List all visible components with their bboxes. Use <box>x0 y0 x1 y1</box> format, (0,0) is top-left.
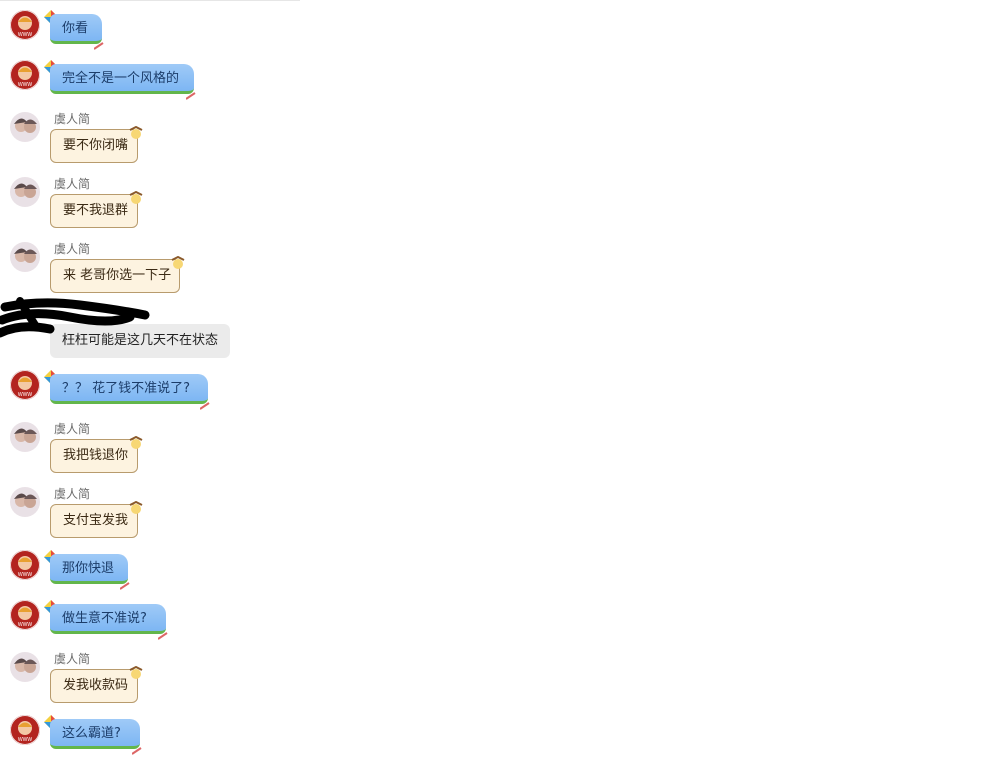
pencil-icon <box>158 632 168 640</box>
svg-text:WWW: WWW <box>18 737 32 743</box>
pencil-icon <box>186 92 196 100</box>
message-bubble[interactable]: 完全不是一个风格的 <box>50 64 194 94</box>
sender-name: 虞人简 <box>54 487 91 501</box>
avatar-icon[interactable] <box>10 177 40 207</box>
pencil-icon <box>120 582 130 590</box>
sender-name: 虞人简 <box>54 242 91 256</box>
message-bubble[interactable]: 做生意不准说? <box>50 604 166 634</box>
message-bubble[interactable]: 我把钱退你 <box>50 439 138 473</box>
avatar-icon[interactable] <box>10 112 40 142</box>
redaction-scribble <box>0 297 150 338</box>
ribbon-icon <box>129 126 143 139</box>
svg-text:WWW: WWW <box>18 392 32 398</box>
avatar-icon[interactable]: WWW <box>10 715 40 745</box>
message-bubble[interactable]: 这么霸道? <box>50 719 140 749</box>
pencil-icon <box>200 402 210 410</box>
avatar-icon[interactable]: WWW <box>10 550 40 580</box>
avatar-icon[interactable] <box>10 487 40 517</box>
avatar-icon[interactable]: WWW <box>10 10 40 40</box>
svg-text:WWW: WWW <box>18 32 32 38</box>
sender-name: 虞人简 <box>54 422 91 436</box>
svg-text:WWW: WWW <box>18 622 32 628</box>
ribbon-icon <box>129 436 143 449</box>
ribbon-icon <box>171 256 185 269</box>
ribbon-icon <box>129 501 143 514</box>
svg-text:WWW: WWW <box>18 82 32 88</box>
ribbon-icon <box>129 191 143 204</box>
message-bubble[interactable]: 那你快退 <box>50 554 128 584</box>
sender-name: 虞人简 <box>54 112 91 126</box>
message-bubble[interactable]: ？？ 花了钱不准说了? <box>50 374 208 404</box>
message-bubble[interactable]: 你看 <box>50 14 102 44</box>
message-bubble[interactable]: 发我收款码 <box>50 669 138 703</box>
sender-name: 虞人简 <box>54 652 91 666</box>
pencil-icon <box>132 747 142 755</box>
avatar-icon[interactable] <box>10 422 40 452</box>
top-divider <box>0 0 300 1</box>
message-bubble[interactable]: 要不你闭嘴 <box>50 129 138 163</box>
ribbon-icon <box>129 666 143 679</box>
message-bubble[interactable]: 要不我退群 <box>50 194 138 228</box>
sender-name: 虞人简 <box>54 177 91 191</box>
pencil-icon <box>94 42 104 50</box>
avatar-icon[interactable] <box>10 652 40 682</box>
message-bubble[interactable]: 来 老哥你选一下子 <box>50 259 180 293</box>
svg-text:WWW: WWW <box>18 572 32 578</box>
avatar-icon[interactable]: WWW <box>10 60 40 90</box>
avatar-icon[interactable]: WWW <box>10 370 40 400</box>
message-bubble[interactable]: 支付宝发我 <box>50 504 138 538</box>
avatar-icon[interactable] <box>10 242 40 272</box>
avatar-icon[interactable]: WWW <box>10 600 40 630</box>
